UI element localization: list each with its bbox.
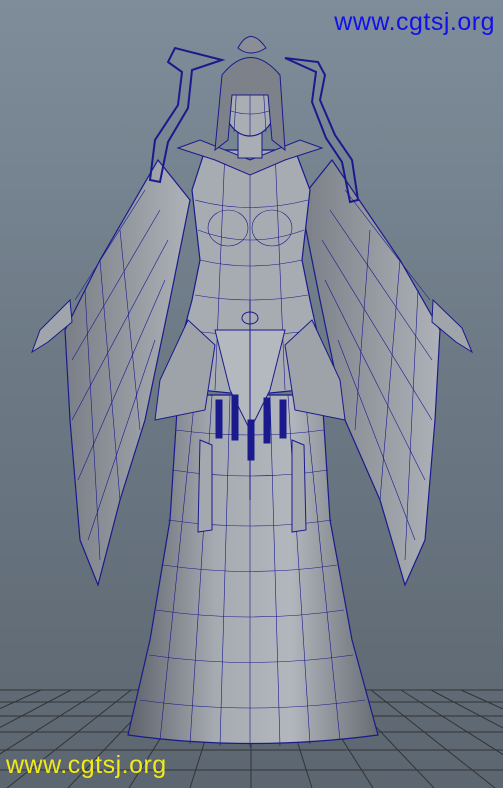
watermark-top-right: www.cgtsj.org	[334, 8, 495, 36]
side-tassel-left	[197, 439, 213, 533]
hair-bun	[237, 36, 267, 54]
wireframe-character-model	[31, 36, 474, 747]
watermark-bottom-left: www.cgtsj.org	[6, 751, 167, 779]
3d-viewport[interactable]: www.cgtsj.org www.cgtsj.org	[0, 0, 503, 788]
side-tassel-right	[291, 439, 307, 533]
